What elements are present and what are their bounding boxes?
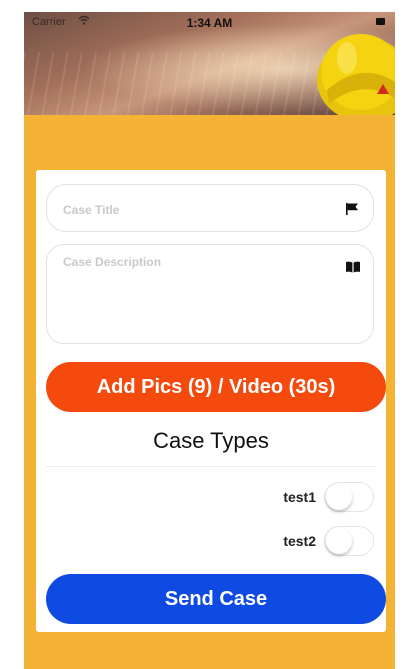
case-type-toggle-test2[interactable] <box>324 526 374 556</box>
case-title-field[interactable]: Case Title <box>46 184 374 232</box>
helmet-icon <box>317 34 395 115</box>
case-type-row-test2: test2 <box>283 524 374 558</box>
case-type-row-test1: test1 <box>283 480 374 514</box>
case-type-label: test1 <box>283 489 316 505</box>
case-form-card: Case Title Case Description Add Pics (9)… <box>36 170 386 632</box>
case-title-placeholder: Case Title <box>63 203 120 217</box>
status-bar: Carrier 1:34 AM <box>24 12 395 34</box>
case-type-label: test2 <box>283 533 316 549</box>
toggle-knob <box>326 528 352 554</box>
case-description-field[interactable]: Case Description <box>46 244 374 344</box>
case-types-title: Case Types <box>153 428 269 453</box>
toggle-knob <box>326 484 352 510</box>
case-type-toggle-test1[interactable] <box>324 482 374 512</box>
flag-icon <box>346 203 358 215</box>
clock: 1:34 AM <box>186 16 233 30</box>
battery-icon <box>376 18 385 25</box>
send-case-button[interactable]: Send Case <box>46 574 386 624</box>
book-icon <box>346 261 360 273</box>
app-screen: Carrier 1:34 AM Case Title Case Descript… <box>24 12 395 669</box>
add-media-button[interactable]: Add Pics (9) / Video (30s) <box>46 362 386 412</box>
divider <box>46 466 376 467</box>
case-description-placeholder: Case Description <box>63 255 162 269</box>
header-banner: Carrier 1:34 AM <box>24 12 395 115</box>
